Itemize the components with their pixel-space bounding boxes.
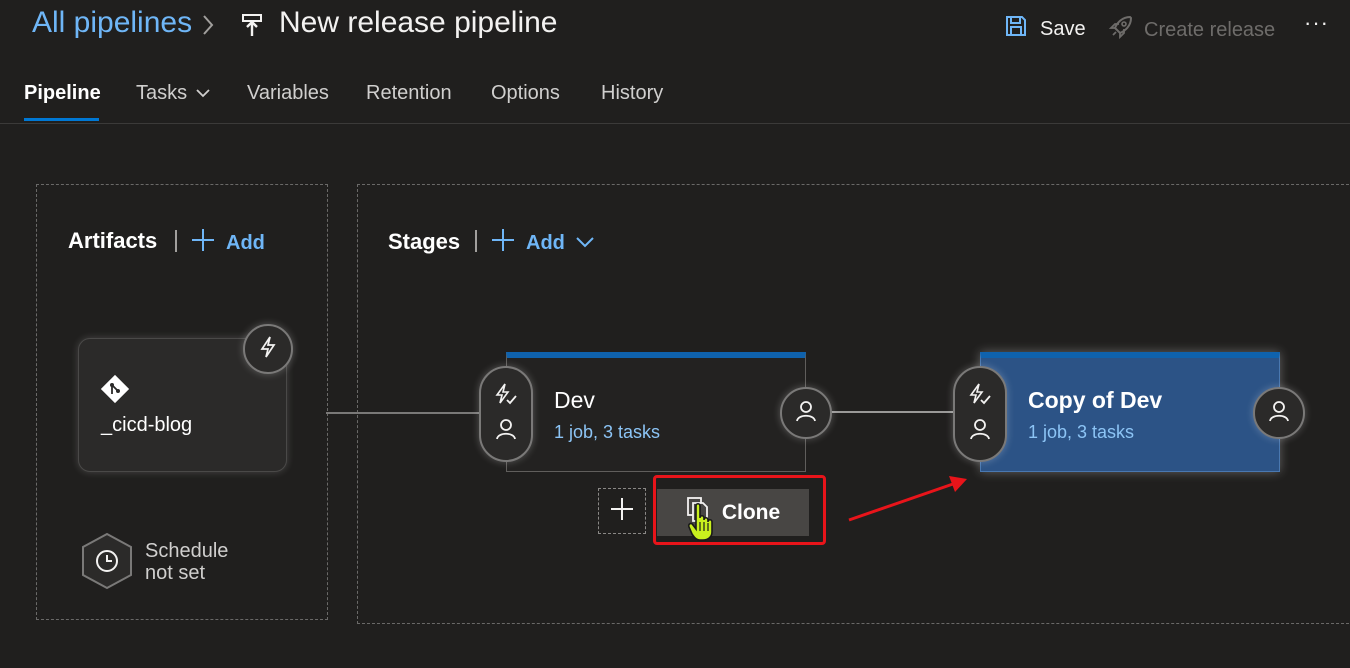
stage-name-dev: Dev (554, 387, 595, 413)
breadcrumb-all-pipelines[interactable]: All pipelines (32, 6, 192, 40)
artifact-name: _cicd-blog (101, 414, 193, 436)
tab-tasks[interactable]: Tasks (136, 82, 211, 105)
add-artifact-button[interactable]: Add (190, 227, 265, 259)
clone-highlight-box (653, 475, 826, 545)
artifacts-title: Artifacts (68, 228, 158, 253)
person-icon (495, 417, 517, 446)
schedule-button[interactable] (80, 532, 134, 595)
rocket-icon (1108, 14, 1134, 46)
git-icon (99, 373, 131, 410)
stage-summary-copy-of-dev[interactable]: 1 job, 3 tasks (1028, 422, 1134, 443)
save-icon (1004, 14, 1028, 44)
clock-icon (80, 532, 134, 594)
add-stage-label: Add (526, 231, 565, 254)
tab-variables[interactable]: Variables (247, 82, 329, 105)
person-icon (969, 417, 991, 446)
post-deployment-conditions-dev[interactable] (780, 387, 832, 439)
chevron-down-icon (195, 82, 211, 105)
post-deployment-conditions-copy-of-dev[interactable] (1253, 387, 1305, 439)
annotation-arrow (845, 472, 975, 535)
add-stage-button[interactable]: Add (490, 227, 595, 259)
artifact-to-dev-connector (326, 412, 482, 414)
stage-summary-dev[interactable]: 1 job, 3 tasks (554, 422, 660, 443)
chevron-right-icon (200, 12, 216, 43)
artifact-trigger-button[interactable] (243, 324, 293, 374)
schedule-label: Schedule not set (145, 540, 228, 584)
stage-card-dev[interactable] (506, 352, 806, 472)
create-release-button[interactable]: Create release (1108, 14, 1275, 46)
tab-options[interactable]: Options (491, 82, 560, 105)
schedule-label-line1: Schedule (145, 540, 229, 562)
stage-name-copy-of-dev: Copy of Dev (1028, 387, 1163, 413)
add-stage-plus-button[interactable] (598, 488, 646, 534)
tab-retention[interactable]: Retention (366, 82, 452, 105)
tab-divider (0, 123, 1350, 124)
schedule-label-line2: not set (145, 562, 206, 584)
tab-history[interactable]: History (601, 82, 663, 105)
hand-cursor-icon (687, 502, 717, 547)
tab-pipeline[interactable]: Pipeline (24, 82, 101, 105)
save-button[interactable]: Save (1004, 14, 1086, 44)
chevron-down-icon (575, 232, 595, 255)
person-icon (1268, 399, 1290, 428)
page-title: New release pipeline (279, 6, 558, 39)
add-artifact-label: Add (226, 231, 265, 254)
stages-separator (475, 230, 477, 252)
stages-title: Stages (388, 229, 461, 254)
plus-icon (190, 227, 216, 259)
save-label: Save (1040, 17, 1086, 40)
pre-deployment-conditions-dev[interactable] (479, 366, 533, 462)
lightning-icon (257, 335, 279, 364)
artifacts-separator (175, 230, 177, 252)
active-tab-indicator (24, 118, 99, 121)
dev-to-copy-connector (830, 411, 956, 413)
create-release-label: Create release (1144, 18, 1276, 41)
plus-icon (608, 495, 636, 528)
tab-tasks-label: Tasks (136, 82, 188, 104)
release-pipeline-icon (241, 14, 263, 43)
plus-icon (490, 227, 516, 259)
lightning-check-icon (493, 382, 519, 411)
person-icon (795, 399, 817, 428)
lightning-check-icon (967, 382, 993, 411)
pre-deployment-conditions-copy-of-dev[interactable] (953, 366, 1007, 462)
more-actions-button[interactable]: ··· (1304, 10, 1329, 36)
